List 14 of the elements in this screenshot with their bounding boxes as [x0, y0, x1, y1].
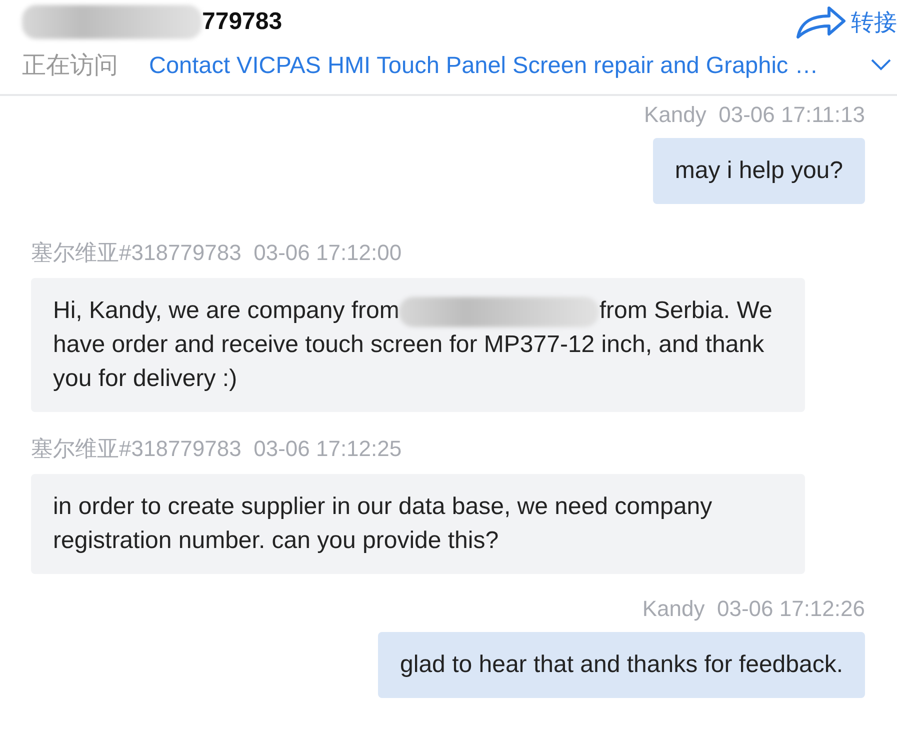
- message-meta: 塞尔维亚#318779783 03-06 17:12:25: [31, 435, 402, 463]
- visiting-label: 正在访问: [22, 51, 119, 81]
- visiting-page-link[interactable]: Contact VICPAS HMI Touch Panel Screen repair and Graphic …: [149, 52, 818, 78]
- message-bubble: in order to create supplier in our data base, we need company registration number. can you provide this?: [31, 474, 805, 574]
- message-meta: 塞尔维亚#318779783 03-06 17:12:00: [31, 239, 402, 267]
- transfer-button[interactable]: 转接: [795, 5, 897, 39]
- message-meta: Kandy 03-06 17:11:13: [644, 102, 865, 128]
- message-bubble: glad to hear that and thanks for feedback.: [378, 632, 865, 698]
- chevron-down-icon[interactable]: [871, 59, 891, 71]
- message-bubble: Hi, Kandy, we are company from from Serbia. We have order and receive touch screen for MP377-12 inch, and thank you for delivery :): [31, 278, 805, 412]
- message-bubble: may i help you?: [652, 138, 865, 204]
- contact-title: 779783: [202, 8, 282, 36]
- message-meta: Kandy 03-06 17:12:26: [642, 596, 865, 622]
- forward-arrow-icon: [795, 5, 847, 39]
